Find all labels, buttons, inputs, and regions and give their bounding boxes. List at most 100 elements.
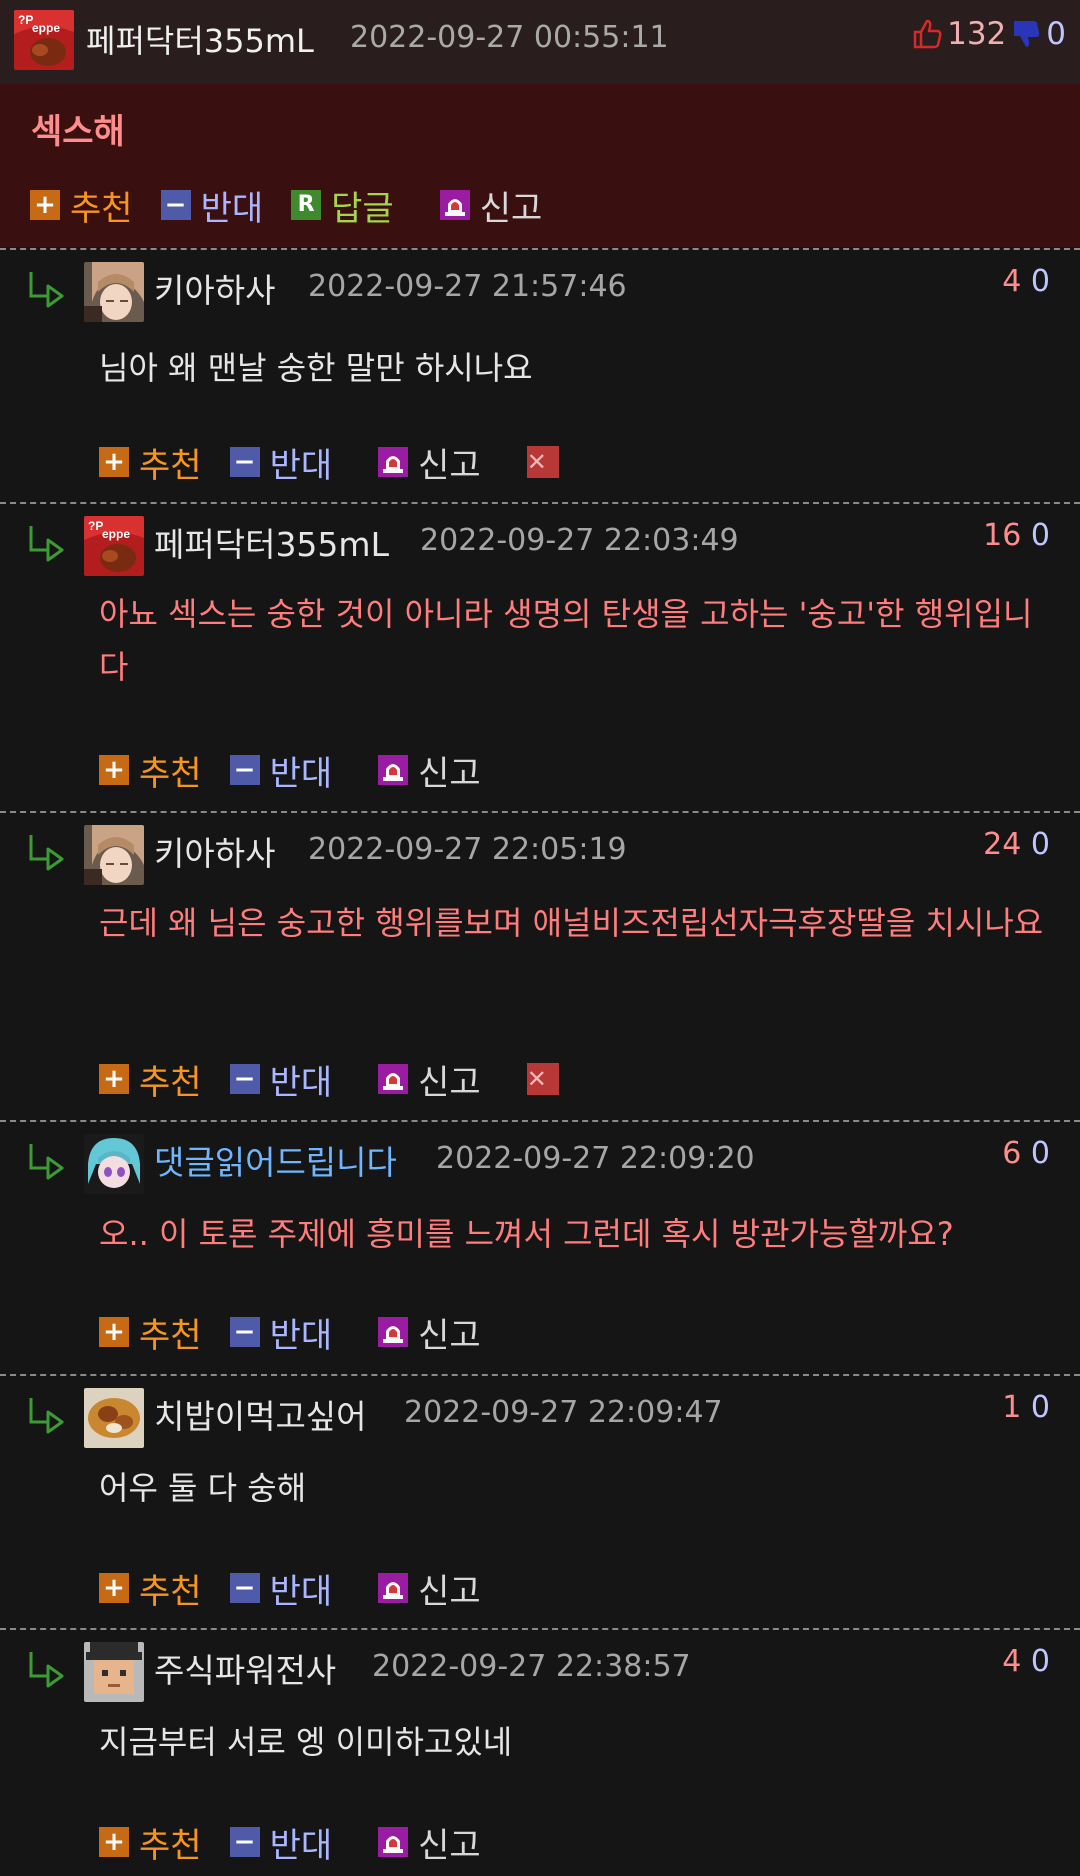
recommend-label: 추천: [139, 753, 202, 794]
post-text: 섹스해: [31, 112, 125, 152]
report-button[interactable]: 신고: [378, 1055, 481, 1104]
comment-action-bar: + 추천 − 반대 신고 ✕: [99, 1059, 559, 1103]
divider: [0, 502, 1080, 504]
report-button[interactable]: 신고: [378, 746, 481, 795]
comment-text: 지금부터 서로 엥 이미하고있네: [99, 1723, 513, 1761]
comment-action-bar: + 추천 − 반대 신고: [99, 1312, 509, 1356]
oppose-label: 반대: [200, 188, 264, 229]
comment-date: 2022-09-27 21:57:46: [308, 269, 627, 304]
delete-x-icon[interactable]: ✕: [526, 1063, 559, 1095]
plus-icon: +: [99, 1317, 129, 1347]
recommend-label: 추천: [139, 445, 202, 486]
thumbs-up-icon[interactable]: [911, 17, 943, 51]
comment-up-count: 4: [1002, 264, 1022, 299]
comment-text: 어우 둘 다 숭해: [99, 1469, 307, 1507]
minus-icon: −: [229, 755, 260, 785]
report-label: 신고: [418, 1062, 481, 1103]
comment-author[interactable]: 댓글읽어드립니다: [154, 1136, 397, 1184]
report-button[interactable]: 신고: [378, 1308, 481, 1357]
comment-author[interactable]: 치밥이먹고싶어: [154, 1390, 367, 1438]
minus-icon: −: [160, 190, 191, 220]
plus-icon: +: [99, 447, 129, 477]
comment-up-count: 24: [983, 827, 1022, 862]
comment: 키아하사 2022-09-27 22:05:19 24 0 근데 왜 님은 숭고…: [0, 815, 1080, 1120]
comment-text: 오.. 이 토론 주제에 흥미를 느껴서 그런데 혹시 방관가능할까요?: [99, 1215, 954, 1253]
recommend-button[interactable]: + 추천: [30, 181, 133, 230]
report-siren-icon: [378, 1064, 408, 1094]
report-label: 신고: [418, 753, 481, 794]
comment-author[interactable]: 키아하사: [154, 827, 275, 875]
recommend-button[interactable]: + 추천: [99, 1818, 202, 1867]
comment: 키아하사 2022-09-27 21:57:46 4 0 님아 왜 맨날 숭한 …: [0, 252, 1080, 502]
vote-box: 132 0: [911, 14, 1066, 54]
plus-icon: +: [99, 1064, 129, 1094]
comment-date: 2022-09-27 22:09:20: [436, 1141, 755, 1176]
oppose-button[interactable]: − 반대: [229, 1564, 332, 1613]
recommend-label: 추천: [139, 1062, 202, 1103]
recommend-button[interactable]: + 추천: [99, 1308, 202, 1357]
comment-up-count: 16: [983, 518, 1022, 553]
report-label: 신고: [418, 1315, 481, 1356]
recommend-button[interactable]: + 추천: [99, 746, 202, 795]
comment-author[interactable]: 페퍼닥터355mL: [154, 518, 389, 566]
comment-author[interactable]: 키아하사: [154, 264, 275, 312]
comment-votes: 4 0: [1002, 1644, 1050, 1679]
divider: [0, 811, 1080, 813]
reply-arrow-icon: [26, 1650, 66, 1688]
report-label: 신고: [479, 188, 543, 229]
oppose-button[interactable]: − 반대: [229, 438, 333, 487]
comment-author[interactable]: 주식파워전사: [154, 1644, 336, 1692]
minus-icon: −: [229, 1064, 260, 1094]
recommend-button[interactable]: + 추천: [99, 1564, 202, 1613]
oppose-button[interactable]: − 반대: [160, 181, 264, 230]
avatar[interactable]: [84, 825, 144, 885]
post-header: 페퍼닥터355mL 2022-09-27 00:55:11 132 0: [0, 0, 1080, 84]
avatar[interactable]: [84, 1388, 144, 1448]
report-button[interactable]: 신고: [440, 181, 543, 230]
recommend-button[interactable]: + 추천: [99, 1055, 202, 1104]
avatar[interactable]: [84, 262, 144, 322]
comment-votes: 16 0: [983, 518, 1050, 553]
oppose-label: 반대: [269, 445, 333, 486]
post-author[interactable]: 페퍼닥터355mL: [86, 16, 314, 62]
report-siren-icon: [378, 755, 408, 785]
reply-icon: R: [291, 190, 322, 220]
comment-text: 님아 왜 맨날 숭한 말만 하시나요: [99, 349, 533, 387]
oppose-label: 반대: [269, 1315, 333, 1356]
reply-label: 답글: [331, 188, 394, 229]
oppose-label: 반대: [269, 1062, 333, 1103]
report-siren-icon: [440, 190, 470, 220]
post-body: 섹스해 + 추천 − 반대 R 답글 신고: [0, 84, 1080, 247]
report-button[interactable]: 신고: [378, 1564, 481, 1613]
oppose-button[interactable]: − 반대: [229, 1308, 333, 1357]
comment: 주식파워전사 2022-09-27 22:38:57 4 0 지금부터 서로 엥…: [0, 1632, 1080, 1876]
oppose-button[interactable]: − 반대: [229, 1818, 332, 1867]
thumbs-down-icon[interactable]: [1010, 17, 1042, 51]
oppose-button[interactable]: − 반대: [229, 746, 332, 795]
recommend-label: 추천: [139, 1571, 202, 1612]
minus-icon: −: [229, 1573, 260, 1603]
minus-icon: −: [229, 447, 260, 477]
plus-icon: +: [30, 190, 60, 220]
avatar[interactable]: [14, 10, 74, 70]
comment-text: 근데 왜 님은 숭고한 행위를보며 애널비즈전립선자극후장딸을 치시나요: [99, 904, 1044, 942]
comment: 댓글읽어드립니다 2022-09-27 22:09:20 6 0 오.. 이 토…: [0, 1124, 1080, 1374]
avatar[interactable]: [84, 1642, 144, 1702]
oppose-button[interactable]: − 반대: [229, 1055, 333, 1104]
avatar[interactable]: [84, 1134, 144, 1194]
delete-x-icon[interactable]: ✕: [526, 446, 559, 478]
recommend-label: 추천: [139, 1825, 202, 1866]
up-vote-count: 132: [947, 16, 1007, 52]
comment-down-count: 0: [1030, 264, 1050, 299]
avatar[interactable]: [84, 516, 144, 576]
plus-icon: +: [99, 755, 129, 785]
minus-icon: −: [229, 1827, 260, 1857]
comment-action-bar: + 추천 − 반대 신고: [99, 1568, 509, 1612]
report-button[interactable]: 신고: [378, 438, 481, 487]
divider: [0, 1120, 1080, 1122]
comment-text: 아뇨 섹스는 숭한 것이 아니라 생명의 탄생을 고하는 '숭고'한 행위입니다: [99, 595, 1033, 686]
comment-votes: 1 0: [1002, 1390, 1050, 1425]
report-button[interactable]: 신고: [378, 1818, 481, 1867]
recommend-button[interactable]: + 추천: [99, 438, 202, 487]
reply-button[interactable]: R 답글: [291, 181, 394, 230]
